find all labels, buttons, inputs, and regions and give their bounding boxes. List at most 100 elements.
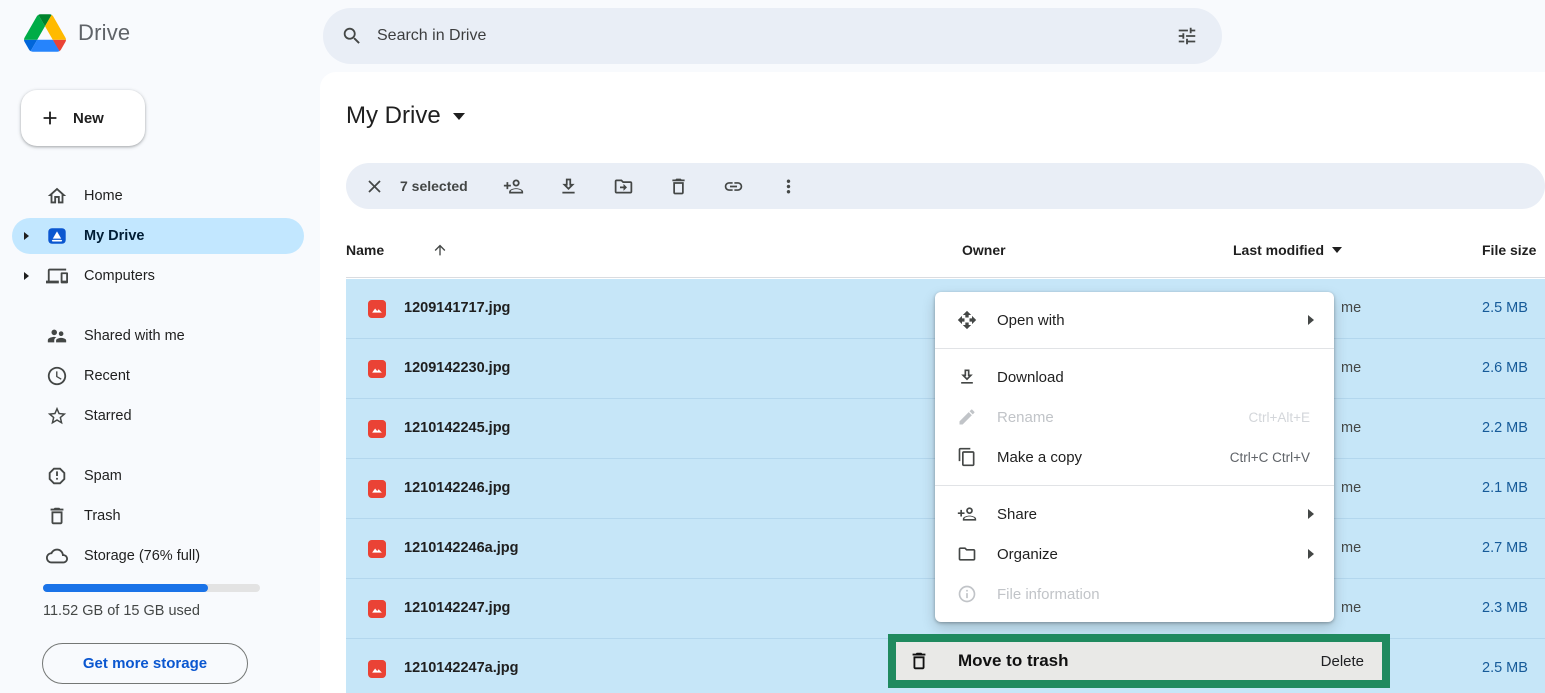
- get-more-storage-button[interactable]: Get more storage: [42, 643, 248, 684]
- storage-usage-text: 11.52 GB of 15 GB used: [43, 603, 200, 619]
- open-with-icon: [957, 310, 981, 330]
- storage-icon: [46, 545, 68, 567]
- sidebar-item-spam[interactable]: Spam: [12, 458, 304, 494]
- spam-icon: [46, 465, 68, 487]
- submenu-chevron-right-icon: [1308, 549, 1314, 559]
- main-panel: My Drive 7 selected Name Owner Last modi…: [320, 72, 1545, 693]
- menu-item-label: Download: [997, 369, 1064, 386]
- search-icon[interactable]: [341, 25, 363, 47]
- sidebar-item-trash[interactable]: Trash: [12, 498, 304, 534]
- move-to-folder-icon: [613, 176, 634, 197]
- image-file-icon: [368, 420, 386, 438]
- plus-icon: [39, 107, 61, 129]
- share-person-add-icon: [957, 504, 981, 524]
- file-owner: me: [1341, 300, 1361, 316]
- menu-item-label: Organize: [997, 546, 1058, 563]
- sidebar-item-label: Home: [84, 188, 123, 204]
- file-name: 1210142246a.jpg: [404, 540, 518, 556]
- sidebar-item-my-drive[interactable]: My Drive: [12, 218, 304, 254]
- menu-item-shortcut: Ctrl+Alt+E: [1248, 410, 1310, 425]
- file-size: 2.5 MB: [1482, 660, 1528, 676]
- sidebar-item-home[interactable]: Home: [12, 178, 304, 214]
- page-title-dropdown[interactable]: My Drive: [346, 102, 465, 130]
- column-header-owner[interactable]: Owner: [962, 242, 1006, 258]
- file-size: 2.7 MB: [1482, 540, 1528, 556]
- submenu-chevron-right-icon: [1308, 315, 1314, 325]
- sidebar-item-label: Spam: [84, 468, 122, 484]
- storage-progress-bar: [43, 584, 260, 592]
- share-person-add-icon: [503, 176, 524, 197]
- sidebar-item-label: Starred: [84, 408, 132, 424]
- file-name: 1209141717.jpg: [404, 300, 510, 316]
- toolbar-actions: [494, 166, 809, 206]
- trash-icon: [46, 505, 68, 527]
- share-person-add-button[interactable]: [494, 166, 534, 206]
- sidebar-item-shared-with-me[interactable]: Shared with me: [12, 318, 304, 354]
- sort-ascending-arrow-icon: [432, 242, 448, 258]
- trash-icon: [908, 650, 932, 672]
- menu-item-label: Move to trash: [958, 651, 1069, 671]
- image-file-icon: [368, 360, 386, 378]
- column-header-file-size[interactable]: File size: [1482, 242, 1536, 258]
- context-menu-item-make-a-copy[interactable]: Make a copyCtrl+C Ctrl+V: [935, 437, 1334, 477]
- drive-logo: Drive: [24, 14, 130, 52]
- app-title: Drive: [78, 20, 130, 46]
- download-icon: [558, 176, 579, 197]
- home-icon: [46, 185, 68, 207]
- context-menu-item-rename: RenameCtrl+Alt+E: [935, 397, 1334, 437]
- file-size: 2.1 MB: [1482, 480, 1528, 496]
- new-button[interactable]: New: [21, 90, 145, 146]
- image-file-icon: [368, 660, 386, 678]
- image-file-icon: [368, 300, 386, 318]
- context-menu-item-open-with[interactable]: Open with: [935, 300, 1334, 340]
- context-menu-item-organize[interactable]: Organize: [935, 534, 1334, 574]
- file-name: 1210142247a.jpg: [404, 660, 518, 676]
- move-to-folder-button[interactable]: [604, 166, 644, 206]
- sidebar-item-label: My Drive: [84, 228, 144, 244]
- context-menu-item-share[interactable]: Share: [935, 494, 1334, 534]
- computers-icon: [46, 265, 68, 287]
- sidebar-item-storage-76-full[interactable]: Storage (76% full): [12, 538, 304, 574]
- context-menu: Open withDownloadRenameCtrl+Alt+EMake a …: [935, 292, 1334, 622]
- file-size: 2.3 MB: [1482, 600, 1528, 616]
- folder-icon: [957, 544, 981, 564]
- search-options-tune-icon[interactable]: [1176, 25, 1198, 47]
- file-size: 2.5 MB: [1482, 300, 1528, 316]
- clear-selection-button[interactable]: [354, 166, 394, 206]
- context-menu-item-move-to-trash[interactable]: Move to trash Delete: [888, 634, 1390, 688]
- page-title: My Drive: [346, 102, 441, 130]
- sidebar-item-computers[interactable]: Computers: [12, 258, 304, 294]
- more-vert-button[interactable]: [769, 166, 809, 206]
- context-menu-item-download[interactable]: Download: [935, 357, 1334, 397]
- download-icon: [957, 367, 981, 387]
- trash-button[interactable]: [659, 166, 699, 206]
- search-bar: [323, 8, 1222, 64]
- sidebar-item-recent[interactable]: Recent: [12, 358, 304, 394]
- file-owner: me: [1341, 480, 1361, 496]
- link-button[interactable]: [714, 166, 754, 206]
- shared-icon: [46, 325, 68, 347]
- download-button[interactable]: [549, 166, 589, 206]
- google-drive-app: Drive New Home My Drive Computers Shared wi…: [0, 0, 1545, 693]
- menu-item-shortcut: Delete: [1321, 653, 1364, 670]
- selected-count-label: 7 selected: [400, 178, 468, 194]
- sidebar-item-label: Shared with me: [84, 328, 185, 344]
- column-header-last-modified[interactable]: Last modified: [1233, 242, 1342, 258]
- expand-chevron-right-icon[interactable]: [24, 232, 38, 240]
- info-icon: [957, 584, 981, 604]
- sidebar-item-label: Recent: [84, 368, 130, 384]
- file-name: 1209142230.jpg: [404, 360, 510, 376]
- menu-item-label: Make a copy: [997, 449, 1082, 466]
- link-icon: [723, 176, 744, 197]
- rename-pencil-icon: [957, 407, 981, 427]
- expand-chevron-right-icon[interactable]: [24, 272, 38, 280]
- search-input[interactable]: [377, 27, 1176, 45]
- file-owner: me: [1341, 540, 1361, 556]
- image-file-icon: [368, 480, 386, 498]
- more-vert-icon: [778, 176, 799, 197]
- sidebar-item-label: Trash: [84, 508, 121, 524]
- column-header-name[interactable]: Name: [346, 242, 448, 258]
- sidebar: Drive New Home My Drive Computers Shared wi…: [0, 0, 320, 693]
- image-file-icon: [368, 540, 386, 558]
- sidebar-item-starred[interactable]: Starred: [12, 398, 304, 434]
